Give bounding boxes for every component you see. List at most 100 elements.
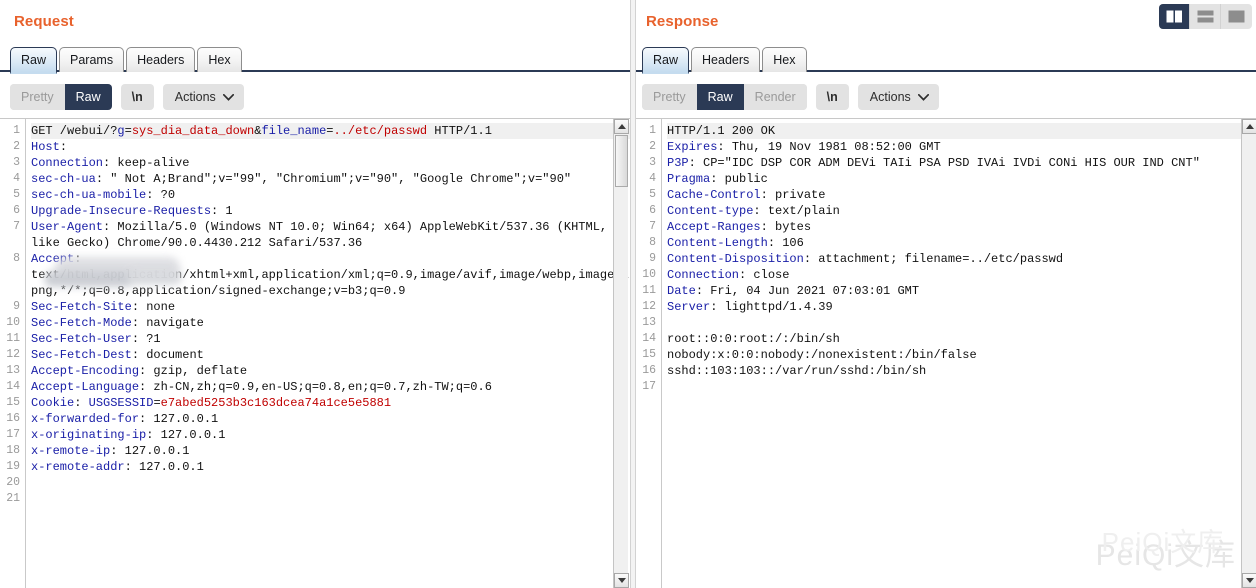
request-editor[interactable]: 1234567 8 9101112131415161718192021 GET … xyxy=(0,118,630,588)
code-line: Upgrade-Insecure-Requests: 1 xyxy=(31,203,630,219)
line-number: 17 xyxy=(4,427,20,443)
response-editor[interactable]: 1234567891011121314151617 HTTP/1.1 200 O… xyxy=(636,118,1256,588)
code-line: Accept: xyxy=(31,251,630,267)
request-scroll-thumb[interactable] xyxy=(615,135,628,187)
request-scroll-down-icon[interactable] xyxy=(614,573,629,588)
line-number: 13 xyxy=(640,315,656,331)
response-actions-label: Actions xyxy=(870,90,911,104)
response-view-pretty[interactable]: Pretty xyxy=(642,84,697,110)
code-line: x-remote-ip: 127.0.0.1 xyxy=(31,443,630,459)
response-toolbar: Pretty Raw Render \n Actions xyxy=(642,84,939,110)
code-line xyxy=(667,315,1256,331)
line-number: 12 xyxy=(4,347,20,363)
request-tabs: Raw Params Headers Hex xyxy=(10,47,242,72)
response-vertical-scrollbar[interactable] xyxy=(1241,119,1256,588)
code-line xyxy=(31,475,630,491)
response-tabstrip: Raw Headers Hex xyxy=(636,44,1256,72)
request-view-mode-group: Pretty Raw xyxy=(10,84,112,110)
code-line xyxy=(667,379,1256,395)
line-number: 9 xyxy=(640,251,656,267)
line-number: 13 xyxy=(4,363,20,379)
request-pane: Request Raw Params Headers Hex Pretty Ra… xyxy=(0,0,630,588)
line-number: 10 xyxy=(640,267,656,283)
line-number: 15 xyxy=(4,395,20,411)
tab-request-params[interactable]: Params xyxy=(59,47,124,72)
line-number: 5 xyxy=(4,187,20,203)
code-line: root::0:0:root:/:/bin/sh xyxy=(667,331,1256,347)
code-line: png,*/*;q=0.8,application/signed-exchang… xyxy=(31,283,630,299)
response-scroll-down-icon[interactable] xyxy=(1242,573,1256,588)
line-number: 14 xyxy=(4,379,20,395)
layout-single-pane-icon[interactable] xyxy=(1221,4,1252,29)
response-actions-button[interactable]: Actions xyxy=(858,84,939,110)
code-line: sec-ch-ua-mobile: ?0 xyxy=(31,187,630,203)
request-actions-button[interactable]: Actions xyxy=(163,84,244,110)
line-number: 7 xyxy=(640,219,656,235)
tab-response-hex[interactable]: Hex xyxy=(762,47,806,72)
response-scroll-up-icon[interactable] xyxy=(1242,119,1256,134)
code-line: Sec-Fetch-Mode: navigate xyxy=(31,315,630,331)
request-view-raw[interactable]: Raw xyxy=(65,84,112,110)
code-line: Content-Length: 106 xyxy=(667,235,1256,251)
request-view-pretty[interactable]: Pretty xyxy=(10,84,65,110)
code-line: Sec-Fetch-Dest: document xyxy=(31,347,630,363)
request-pane-title: Request xyxy=(14,13,74,30)
response-line-numbers: 1234567891011121314151617 xyxy=(636,119,662,588)
line-number: 5 xyxy=(640,187,656,203)
tab-request-hex[interactable]: Hex xyxy=(197,47,241,72)
request-toolbar: Pretty Raw \n Actions xyxy=(10,84,244,110)
response-view-raw[interactable]: Raw xyxy=(697,84,744,110)
request-newline-button[interactable]: \n xyxy=(121,84,154,110)
code-line: x-forwarded-for: 127.0.0.1 xyxy=(31,411,630,427)
line-number: 6 xyxy=(640,203,656,219)
burp-suite-repeater-window: Request Raw Params Headers Hex Pretty Ra… xyxy=(0,0,1256,588)
request-actions-label: Actions xyxy=(175,90,216,104)
line-number: 12 xyxy=(640,299,656,315)
response-code[interactable]: HTTP/1.1 200 OKExpires: Thu, 19 Nov 1981… xyxy=(662,119,1256,588)
line-number xyxy=(4,235,20,251)
code-line: Accept-Language: zh-CN,zh;q=0.9,en-US;q=… xyxy=(31,379,630,395)
code-line: Sec-Fetch-User: ?1 xyxy=(31,331,630,347)
line-number: 14 xyxy=(640,331,656,347)
code-line: P3P: CP="IDC DSP COR ADM DEVi TAIi PSA P… xyxy=(667,155,1256,171)
layout-horizontal-split-icon[interactable] xyxy=(1190,4,1221,29)
line-number: 2 xyxy=(640,139,656,155)
code-line: Sec-Fetch-Site: none xyxy=(31,299,630,315)
line-number: 9 xyxy=(4,299,20,315)
tab-request-headers[interactable]: Headers xyxy=(126,47,195,72)
code-line: sshd::103:103::/var/run/sshd:/bin/sh xyxy=(667,363,1256,379)
line-number: 1 xyxy=(4,123,20,139)
line-number: 17 xyxy=(640,379,656,395)
response-pane: Response Raw Headers Hex Pretty Raw Rend… xyxy=(636,0,1256,588)
line-number: 16 xyxy=(4,411,20,427)
code-line: Accept-Ranges: bytes xyxy=(667,219,1256,235)
code-line: Expires: Thu, 19 Nov 1981 08:52:00 GMT xyxy=(667,139,1256,155)
request-tabstrip: Raw Params Headers Hex xyxy=(0,44,630,72)
code-line: Host: xyxy=(31,139,630,155)
code-line: Accept-Encoding: gzip, deflate xyxy=(31,363,630,379)
tab-response-headers[interactable]: Headers xyxy=(691,47,760,72)
request-scroll-up-icon[interactable] xyxy=(614,119,629,134)
code-line: Connection: keep-alive xyxy=(31,155,630,171)
tab-response-raw[interactable]: Raw xyxy=(642,47,689,74)
line-number: 18 xyxy=(4,443,20,459)
request-vertical-scrollbar[interactable] xyxy=(613,119,628,588)
tab-request-raw[interactable]: Raw xyxy=(10,47,57,74)
line-number: 16 xyxy=(640,363,656,379)
code-line: Date: Fri, 04 Jun 2021 07:03:01 GMT xyxy=(667,283,1256,299)
line-number: 3 xyxy=(4,155,20,171)
line-number: 2 xyxy=(4,139,20,155)
request-code[interactable]: GET /webui/?g=sys_dia_data_down&file_nam… xyxy=(26,119,630,588)
layout-vertical-split-icon[interactable] xyxy=(1159,4,1190,29)
line-number: 21 xyxy=(4,491,20,507)
code-line: User-Agent: Mozilla/5.0 (Windows NT 10.0… xyxy=(31,219,630,235)
line-number: 3 xyxy=(640,155,656,171)
line-number: 1 xyxy=(640,123,656,139)
code-line: like Gecko) Chrome/90.0.4430.212 Safari/… xyxy=(31,235,630,251)
response-view-mode-group: Pretty Raw Render xyxy=(642,84,807,110)
response-newline-button[interactable]: \n xyxy=(816,84,849,110)
response-tabs: Raw Headers Hex xyxy=(642,47,807,72)
chevron-down-icon xyxy=(223,94,234,101)
line-number: 8 xyxy=(640,235,656,251)
response-view-render[interactable]: Render xyxy=(744,84,807,110)
